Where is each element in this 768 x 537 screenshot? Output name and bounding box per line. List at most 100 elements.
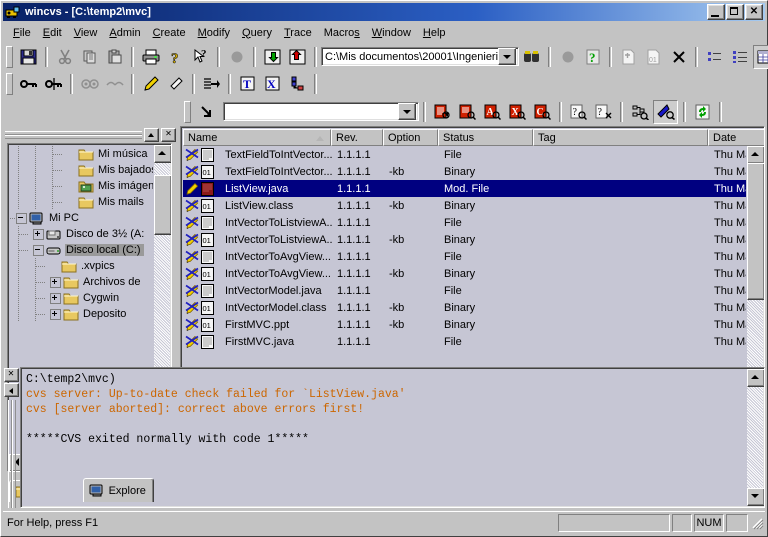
file-row[interactable]: 01TextFieldToIntVector...1.1.1.1-kbBinar… — [183, 163, 746, 180]
menu-view[interactable]: View — [68, 25, 104, 41]
toolbar-grip-2[interactable] — [6, 73, 13, 95]
cut-icon[interactable] — [53, 46, 76, 68]
tree-expand-icon[interactable] — [33, 229, 44, 240]
tree-item[interactable]: Disco de 3½ (A: — [10, 226, 153, 242]
lock-icon[interactable] — [17, 73, 40, 95]
menu-help[interactable]: Help — [417, 25, 452, 41]
delete-icon[interactable] — [667, 46, 690, 68]
checkout-icon[interactable] — [261, 46, 284, 68]
file-row[interactable]: IntVectorToListviewA...1.1.1.1FileThu Ma… — [183, 214, 746, 231]
log-icon[interactable] — [431, 101, 454, 123]
save-icon[interactable] — [17, 46, 40, 68]
column-header-name[interactable]: Name — [183, 129, 331, 146]
stop2-icon[interactable] — [556, 46, 579, 68]
tree-expand-icon[interactable] — [50, 277, 61, 288]
help-cursor-icon[interactable]: ? — [189, 46, 212, 68]
edit-icon[interactable] — [139, 73, 162, 95]
menu-create[interactable]: Create — [147, 25, 192, 41]
chevron-down-icon-2[interactable] — [398, 103, 416, 120]
column-header-tag[interactable]: Tag — [533, 129, 708, 146]
file-row[interactable]: TextFieldToIntVector...1.1.1.1FileThu Ma… — [183, 146, 746, 163]
graph-icon[interactable] — [628, 101, 651, 123]
menu-edit[interactable]: Edit — [37, 25, 68, 41]
maximize-button[interactable] — [726, 4, 744, 20]
working-folder-combo[interactable]: C:\Mis documentos\20001\Ingenieria — [321, 47, 519, 66]
file-row[interactable]: 01IntVectorToAvgView...1.1.1.1-kbBinaryT… — [183, 265, 746, 282]
output-drag-handle[interactable] — [8, 400, 15, 508]
column-header-status[interactable]: Status — [438, 129, 533, 146]
menu-trace[interactable]: Trace — [278, 25, 318, 41]
tree-item[interactable]: .xvpics — [10, 258, 153, 274]
pane-restore-button[interactable] — [144, 128, 159, 142]
tree-expand-icon[interactable] — [50, 293, 61, 304]
filter-combo[interactable] — [223, 102, 419, 121]
file-row[interactable]: 01FirstMVC.ppt1.1.1.1-kbBinaryThu Mar 29 — [183, 316, 746, 333]
new-file-icon[interactable] — [617, 46, 640, 68]
list-small-icon[interactable] — [703, 46, 726, 68]
menu-window[interactable]: Window — [366, 25, 417, 41]
column-header-date[interactable]: Date — [708, 129, 765, 146]
help-icon[interactable]: ? — [581, 46, 604, 68]
print-icon[interactable] — [139, 46, 162, 68]
unlock-icon[interactable] — [42, 73, 65, 95]
output-scroll-up-button[interactable] — [747, 369, 765, 387]
about-icon[interactable]: ? — [164, 46, 187, 68]
refresh-icon[interactable] — [691, 101, 714, 123]
tree-item[interactable]: Archivos de — [10, 274, 153, 290]
output-restore-button[interactable] — [4, 383, 19, 397]
tree-expand-icon[interactable] — [50, 309, 61, 320]
browse-icon[interactable] — [520, 46, 543, 68]
tree-item[interactable]: Cygwin — [10, 290, 153, 306]
menu-admin[interactable]: Admin — [103, 25, 146, 41]
pane-drag-handle[interactable] — [5, 131, 142, 138]
paste-icon[interactable] — [103, 46, 126, 68]
list-scroll-up-button[interactable] — [747, 146, 765, 164]
tab-explore[interactable]: Explore — [83, 478, 154, 502]
file-row[interactable]: 01ListView.class1.1.1.1-kbBinaryThu Mar … — [183, 197, 746, 214]
tree-collapse-icon[interactable] — [16, 213, 27, 224]
status-icon[interactable] — [456, 101, 479, 123]
commit-icon[interactable] — [286, 46, 309, 68]
menu-modify[interactable]: Modify — [192, 25, 236, 41]
tree-collapse-icon[interactable] — [33, 245, 44, 256]
output-vertical-scrollbar[interactable] — [747, 369, 763, 506]
tree-item[interactable]: Deposito — [10, 306, 153, 322]
annotate-icon[interactable]: A — [481, 101, 504, 123]
query-update-icon[interactable]: ? — [567, 101, 590, 123]
unedit-icon[interactable] — [164, 73, 187, 95]
watch-on-icon[interactable] — [78, 73, 101, 95]
file-row[interactable]: IntVectorModel.java1.1.1.1FileThu Mar 29 — [183, 282, 746, 299]
menu-file[interactable]: File — [7, 25, 37, 41]
file-row[interactable]: FirstMVC.java1.1.1.1FileThu Mar 29 — [183, 333, 746, 350]
tree-item[interactable]: Disco local (C:) — [10, 242, 153, 258]
tree-scroll-thumb[interactable] — [154, 175, 172, 235]
column-header-rev[interactable]: Rev. — [331, 129, 383, 146]
binary-mode-icon[interactable]: X — [261, 73, 284, 95]
file-row[interactable]: 01IntVectorToListviewA...1.1.1.1-kbBinar… — [183, 231, 746, 248]
copy-icon[interactable] — [78, 46, 101, 68]
list-detail-icon[interactable] — [728, 46, 751, 68]
stop-icon[interactable] — [225, 46, 248, 68]
file-row[interactable]: IntVectorToAvgView...1.1.1.1FileThu Mar … — [183, 248, 746, 265]
text-mode-icon[interactable]: T — [236, 73, 259, 95]
menu-macros[interactable]: Macros — [318, 25, 366, 41]
output-scroll-down-button[interactable] — [747, 488, 765, 506]
conflict-icon[interactable]: C — [531, 101, 554, 123]
pane-close-button[interactable]: ✕ — [161, 128, 176, 142]
close-button[interactable]: ✕ — [745, 4, 763, 20]
chevron-down-icon[interactable] — [498, 48, 516, 65]
tree-item[interactable]: Mis bajados — [10, 162, 153, 178]
query-cancel-icon[interactable]: ? — [592, 101, 615, 123]
goto-icon[interactable] — [195, 101, 218, 123]
watch-off-icon[interactable] — [103, 73, 126, 95]
list-report-icon[interactable] — [753, 45, 768, 69]
diff-icon[interactable]: X — [506, 101, 529, 123]
tree-item[interactable]: Mi música — [10, 146, 153, 162]
tree-scroll-up-button[interactable] — [154, 145, 172, 163]
column-header-option[interactable]: Option — [383, 129, 438, 146]
resize-grip[interactable] — [750, 516, 764, 530]
toolbar-grip-3[interactable] — [184, 101, 191, 123]
unix-mode-icon[interactable] — [286, 73, 309, 95]
tree-item[interactable]: Mi PC — [10, 210, 153, 226]
editors-icon[interactable] — [200, 73, 223, 95]
